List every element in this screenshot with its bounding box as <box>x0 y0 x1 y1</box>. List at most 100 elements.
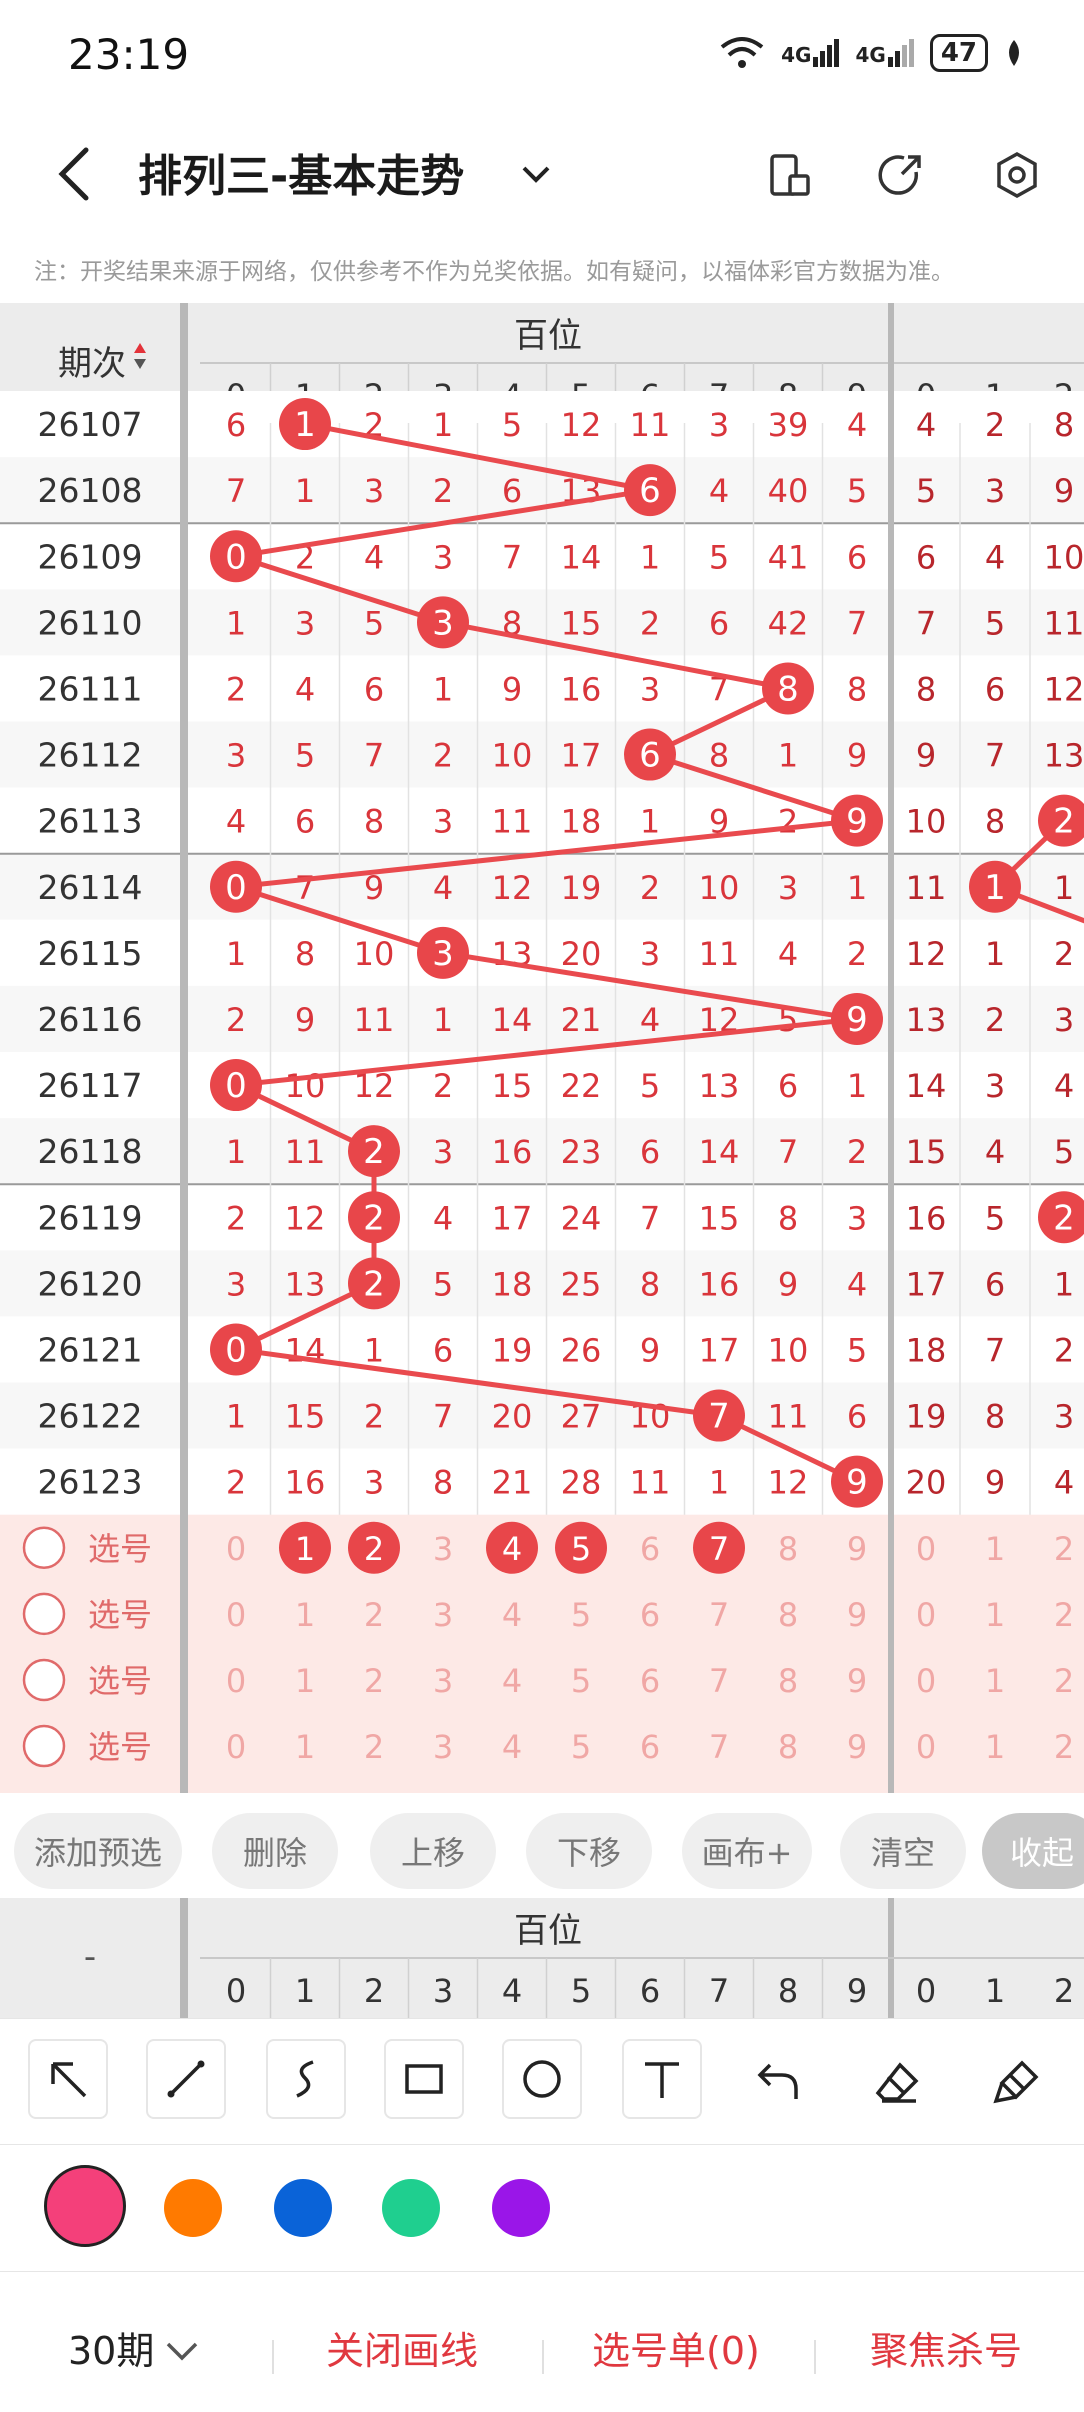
pick-digit[interactable]: 0 <box>226 1728 246 1766</box>
pick-digit-next[interactable]: 0 <box>916 1728 936 1766</box>
share-button[interactable] <box>866 140 936 210</box>
pick-digit[interactable]: 0 <box>226 1662 246 1700</box>
pick-digit[interactable]: 7 <box>709 1728 729 1766</box>
miss-value: 8 <box>847 670 867 708</box>
pick-radio[interactable] <box>22 1724 66 1768</box>
arrow-icon <box>51 2062 87 2098</box>
focus-kill-button[interactable]: 聚焦杀号 <box>870 2320 1022 2375</box>
text-tool[interactable] <box>622 2039 702 2119</box>
settings-button[interactable] <box>982 140 1052 210</box>
miss-value: 3 <box>364 1464 384 1502</box>
back-icon[interactable] <box>50 144 100 204</box>
clear-brush-icon[interactable] <box>992 2057 1042 2107</box>
color-swatch-orange[interactable] <box>164 2179 222 2237</box>
pick-digit[interactable]: 4 <box>502 1662 522 1700</box>
pick-digit[interactable]: 0 <box>226 1596 246 1634</box>
pick-digit-next[interactable]: 0 <box>916 1530 936 1568</box>
pick-digit-next[interactable]: 0 <box>916 1596 936 1634</box>
share-icon <box>878 155 921 195</box>
chevron-down-icon[interactable] <box>518 156 554 192</box>
pick-digit[interactable]: 7 <box>709 1662 729 1700</box>
miss-value: 8 <box>916 670 936 708</box>
pick-digit[interactable]: 5 <box>571 1662 591 1700</box>
pick-digit[interactable]: 8 <box>778 1530 798 1568</box>
color-swatch-purple[interactable] <box>492 2179 550 2237</box>
page-title[interactable]: 排列三-基本走势 <box>138 140 464 204</box>
pick-digit[interactable]: 9 <box>847 1662 867 1700</box>
chevron-down-icon[interactable] <box>164 2340 200 2364</box>
pick-digit[interactable]: 6 <box>640 1728 660 1766</box>
miss-value: 2 <box>778 803 798 841</box>
clear-button[interactable]: 清空 <box>840 1813 966 1889</box>
period-number: 26112 <box>38 736 143 775</box>
canvas-button[interactable]: 画布+ <box>682 1813 812 1889</box>
pick-digit[interactable]: 6 <box>640 1596 660 1634</box>
pick-digit-next[interactable]: 2 <box>1054 1662 1074 1700</box>
pick-digit-next[interactable]: 0 <box>916 1662 936 1700</box>
miss-value: 11 <box>354 1001 395 1039</box>
pick-digit[interactable]: 4 <box>502 1596 522 1634</box>
rotate-screen-button[interactable] <box>754 140 824 210</box>
pick-digit[interactable]: 8 <box>778 1596 798 1634</box>
pick-digit[interactable]: 5 <box>571 1728 591 1766</box>
pick-digit[interactable]: 3 <box>433 1596 453 1634</box>
pick-digit[interactable]: 6 <box>640 1530 660 1568</box>
pick-digit[interactable]: 2 <box>364 1596 384 1634</box>
miss-value: 2 <box>433 472 453 510</box>
arrow-tool[interactable] <box>28 2039 108 2119</box>
pick-digit[interactable]: 5 <box>571 1596 591 1634</box>
pick-digit-next[interactable]: 2 <box>1054 1596 1074 1634</box>
pick-digit[interactable]: 8 <box>778 1728 798 1766</box>
pick-digit[interactable]: 7 <box>709 1596 729 1634</box>
delete-button[interactable]: 删除 <box>212 1813 338 1889</box>
rectangle-tool[interactable] <box>384 2039 464 2119</box>
pick-ball-number: 2 <box>364 1530 384 1568</box>
pick-digit[interactable]: 1 <box>295 1596 315 1634</box>
pick-digit[interactable]: 9 <box>847 1728 867 1766</box>
pick-digit[interactable]: 9 <box>847 1530 867 1568</box>
color-swatch-green[interactable] <box>382 2179 440 2237</box>
miss-value: 2 <box>985 1001 1005 1039</box>
add-preselect-button[interactable]: 添加预选 <box>14 1813 182 1889</box>
pick-digit[interactable]: 3 <box>433 1728 453 1766</box>
trend-chart[interactable]: 百位0123456789012期次26107621512113394428261… <box>0 303 1084 1793</box>
pick-digit[interactable]: 8 <box>778 1662 798 1700</box>
pick-digit[interactable]: 3 <box>433 1662 453 1700</box>
pick-digit[interactable]: 2 <box>364 1728 384 1766</box>
pick-digit[interactable]: 4 <box>502 1728 522 1766</box>
period-selector[interactable]: 30期 <box>68 2320 154 2375</box>
miss-value: 4 <box>433 869 453 907</box>
miss-value: 28 <box>561 1464 602 1502</box>
pick-radio[interactable] <box>22 1658 66 1702</box>
color-swatch-blue[interactable] <box>274 2179 332 2237</box>
pick-radio[interactable] <box>22 1592 66 1636</box>
pick-radio[interactable] <box>22 1526 66 1569</box>
pick-digit[interactable]: 3 <box>433 1530 453 1568</box>
pick-digit[interactable]: 1 <box>295 1662 315 1700</box>
pick-digit[interactable]: 2 <box>364 1662 384 1700</box>
eraser-icon[interactable] <box>872 2057 922 2107</box>
line-tool[interactable] <box>146 2039 226 2119</box>
bottom-action-bar: 30期 关闭画线 选号单(0) 聚焦杀号 <box>0 2274 1084 2412</box>
pick-digit[interactable]: 0 <box>226 1530 246 1568</box>
curve-tool[interactable] <box>266 2039 346 2119</box>
color-swatch-pink[interactable] <box>44 2165 126 2247</box>
pick-digit-next[interactable]: 1 <box>985 1596 1005 1634</box>
pick-digit-next[interactable]: 1 <box>985 1728 1005 1766</box>
pick-digit-next[interactable]: 1 <box>985 1530 1005 1568</box>
pick-digit[interactable]: 6 <box>640 1662 660 1700</box>
collapse-button[interactable]: 收起 <box>982 1813 1084 1889</box>
move-down-button[interactable]: 下移 <box>526 1813 652 1889</box>
circle-tool[interactable] <box>502 2039 582 2119</box>
pick-digit[interactable]: 1 <box>295 1728 315 1766</box>
cell-signal-icon-2: 4G <box>855 39 914 67</box>
pick-list-button[interactable]: 选号单(0) <box>592 2320 760 2375</box>
move-up-button[interactable]: 上移 <box>370 1813 496 1889</box>
pick-digit-next[interactable]: 2 <box>1054 1530 1074 1568</box>
close-line-button[interactable]: 关闭画线 <box>326 2320 478 2375</box>
pick-digit-next[interactable]: 1 <box>985 1662 1005 1700</box>
pick-digit[interactable]: 9 <box>847 1596 867 1634</box>
pick-digit-next[interactable]: 2 <box>1054 1728 1074 1766</box>
undo-icon[interactable] <box>752 2057 802 2107</box>
miss-value: 8 <box>985 1398 1005 1436</box>
